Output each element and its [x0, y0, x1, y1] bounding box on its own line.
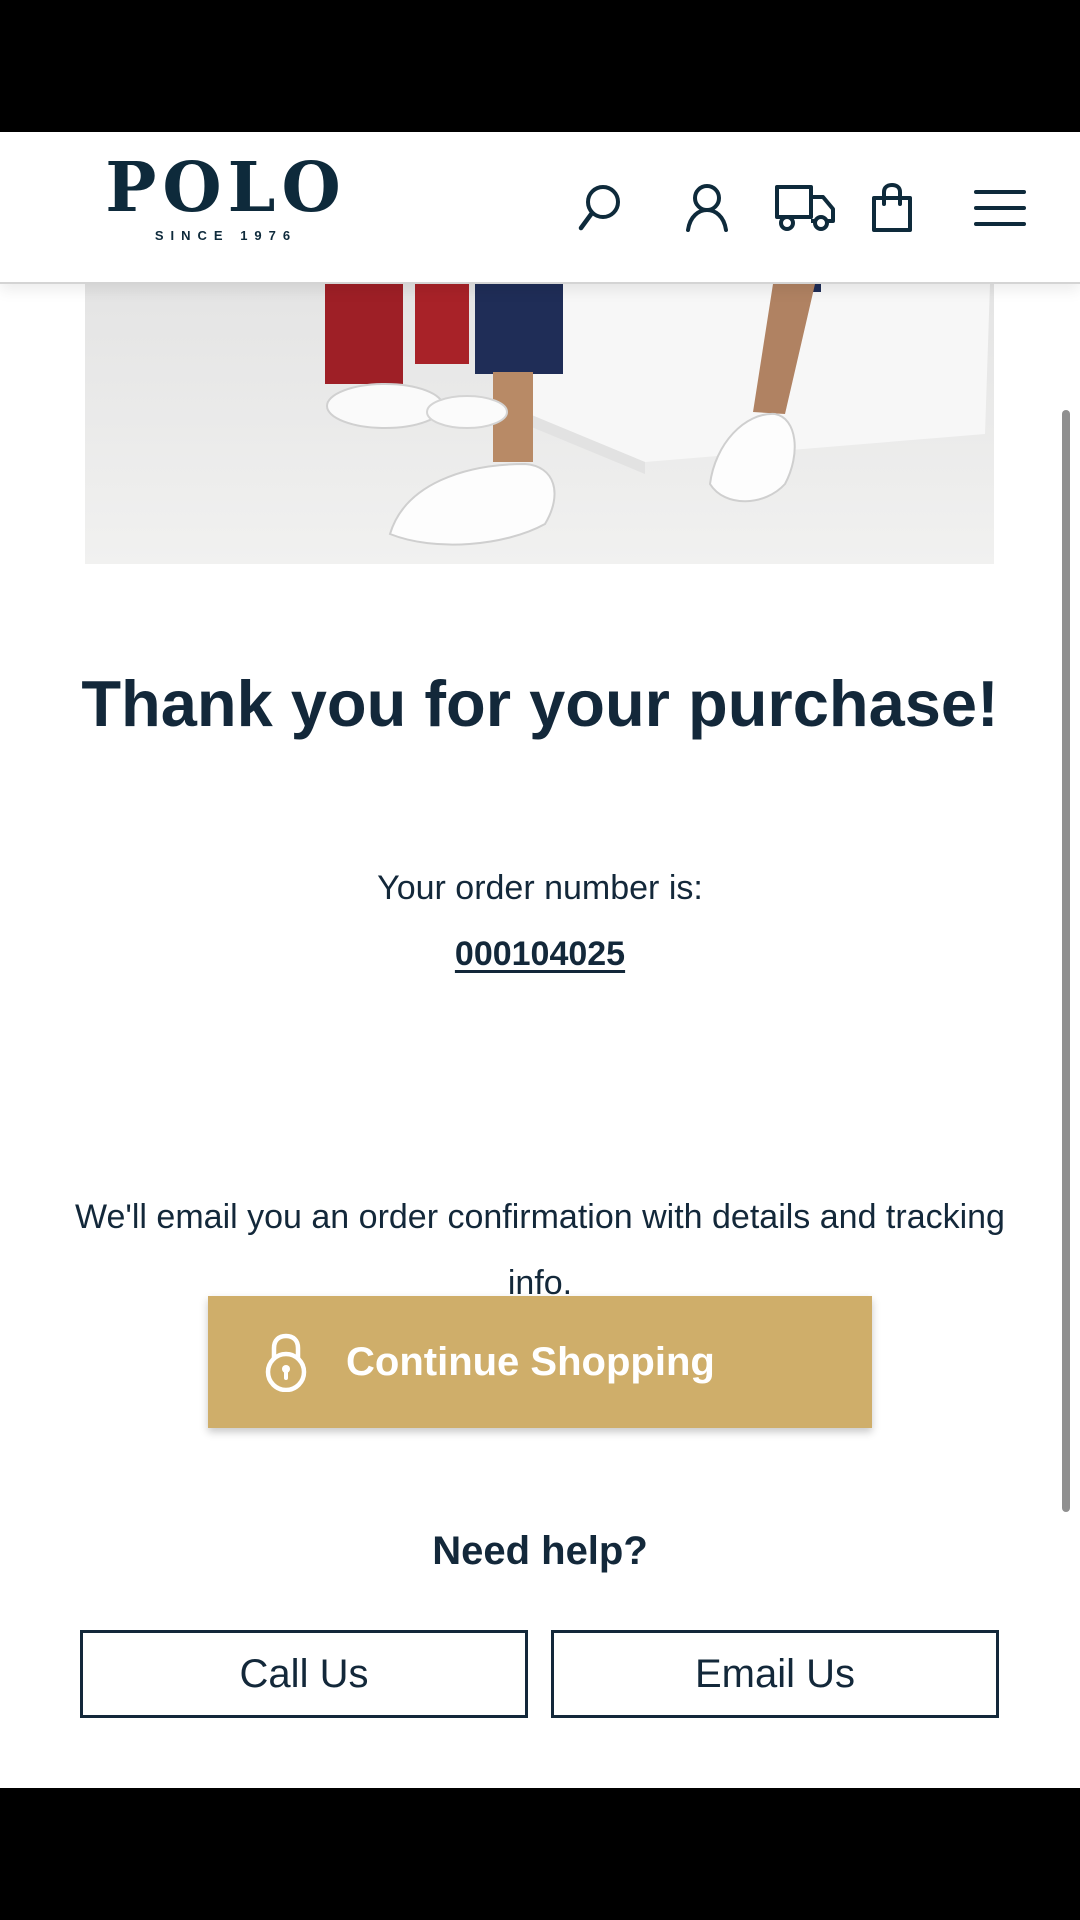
order-number: 000104025 — [0, 932, 1080, 976]
lock-icon — [265, 1333, 307, 1392]
polo-logo[interactable]: POLO SINCE 1976 — [96, 150, 356, 250]
site-header: POLO SINCE 1976 — [0, 132, 1080, 284]
page: POLO SINCE 1976 Thank you for your purch… — [0, 132, 1080, 1788]
need-help-heading: Need help? — [432, 1529, 648, 1573]
logo-wordmark: POLO — [105, 148, 347, 228]
menu-icon[interactable] — [972, 176, 1028, 240]
status-bar — [0, 0, 1080, 132]
shopping-bag-icon[interactable] — [866, 176, 918, 240]
email-us-button[interactable]: Email Us — [551, 1630, 999, 1718]
delivery-truck-icon[interactable] — [772, 176, 838, 240]
continue-shopping-button[interactable]: Continue Shopping — [208, 1296, 872, 1428]
sneakers-photo — [85, 284, 994, 564]
order-number-label: Your order number is: — [377, 869, 703, 907]
call-us-button[interactable]: Call Us — [80, 1630, 528, 1718]
continue-shopping-label: Continue Shopping — [346, 1339, 715, 1384]
logo-tagline: SINCE 1976 — [154, 228, 298, 243]
page-title: Thank you for your purchase! — [81, 667, 999, 740]
account-icon[interactable] — [676, 176, 738, 240]
hero-image — [85, 284, 994, 564]
search-icon[interactable] — [568, 176, 632, 240]
order-number-link[interactable]: 000104025 — [455, 935, 625, 973]
navigation-bar — [0, 1788, 1080, 1920]
